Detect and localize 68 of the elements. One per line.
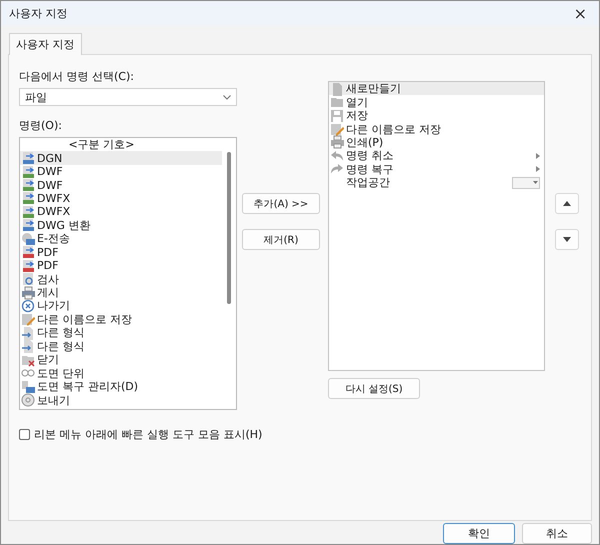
list-item[interactable]: 저장 [329,108,544,122]
close-button[interactable]: × [570,4,591,22]
export-file-icon [21,191,35,206]
printer-icon [330,135,344,150]
export-file-icon [21,258,35,273]
reset-button[interactable]: 다시 설정(S) [328,378,420,399]
list-item[interactable]: DWF [20,178,222,192]
export-file-icon [21,178,35,192]
list-item[interactable]: E-전송 [20,232,222,246]
list-label: 명령(O): [19,118,63,134]
list-item[interactable]: PDF [20,246,222,259]
recovery-icon [21,380,35,394]
export-file-icon [21,245,35,260]
export-file-icon [21,164,35,179]
triangle-up-icon [563,201,571,206]
ok-button[interactable]: 확인 [443,523,515,544]
submenu-arrow-icon [536,166,540,172]
list-item[interactable]: DWF [20,164,222,178]
category-dropdown[interactable]: 파일 [19,88,237,106]
magnifier-icon [21,272,35,286]
list-item[interactable]: DWFX [20,192,222,206]
remove-button[interactable]: 제거(R) [242,229,320,250]
list-item[interactable]: PDF [20,258,222,272]
list-item[interactable]: 도면 단위 [20,366,222,380]
close-circle-icon [21,298,35,313]
list-item[interactable]: 도면 복구 관리자(D) [20,380,222,394]
list-item[interactable]: <구분 기호> [20,138,222,152]
printer-icon [21,286,35,300]
list-item[interactable]: 인쇄(P) [329,136,544,150]
export-file-icon [21,204,35,219]
checkbox-label: 리본 메뉴 아래에 빠른 실행 도구 모음 표시(H) [34,427,262,442]
tab[interactable]: 사용자 지정 [9,33,82,55]
window-title: 사용자 지정 [9,6,68,20]
file-arrow-icon [21,339,35,354]
caret-down-icon [532,180,539,185]
file-arrow-icon [21,326,35,340]
list-item[interactable]: 다른 이름으로 저장 [329,122,544,136]
list-item[interactable]: DWG 변환 [20,218,222,232]
checkbox[interactable] [19,429,30,440]
add-button[interactable]: 추가(A) >> [242,193,320,214]
undo-arrow-icon [330,148,344,163]
list-item[interactable]: 보내기 [20,393,222,407]
list-item[interactable]: 명령 복구 [329,162,544,176]
save-pencil-icon [21,312,35,326]
triangle-down-icon [563,237,571,242]
list-item[interactable]: 게시 [20,286,222,300]
list-item[interactable]: DGN [20,151,222,165]
cancel-button[interactable]: 취소 [522,523,592,544]
move-down-button[interactable] [555,229,579,250]
export-file-icon [21,218,35,232]
list-item[interactable]: 나가기 [20,299,222,313]
field-label: 다음에서 명령 선택(C): [19,69,135,85]
send-icon [21,232,35,246]
list-item[interactable]: DWFX [20,205,222,219]
chevron-down-icon [223,94,231,100]
list-item[interactable]: 다른 이름으로 저장 [20,312,222,326]
submenu-arrow-icon [536,152,540,159]
list-item[interactable]: 새로만들기 [329,82,544,96]
list-item[interactable]: 열기 [329,95,544,109]
list-item[interactable]: 다른 형식 [20,326,222,340]
list-item[interactable]: 작업공간 [329,176,544,190]
list-item[interactable]: 명령 취소 [329,149,544,163]
move-up-button[interactable] [555,193,579,214]
export-file-icon [21,151,35,166]
list-item[interactable]: 닫기 [20,353,222,366]
list-item[interactable]: 검사 [20,272,222,286]
disc-icon [21,393,35,408]
list-item[interactable]: 다른 형식 [20,340,222,353]
